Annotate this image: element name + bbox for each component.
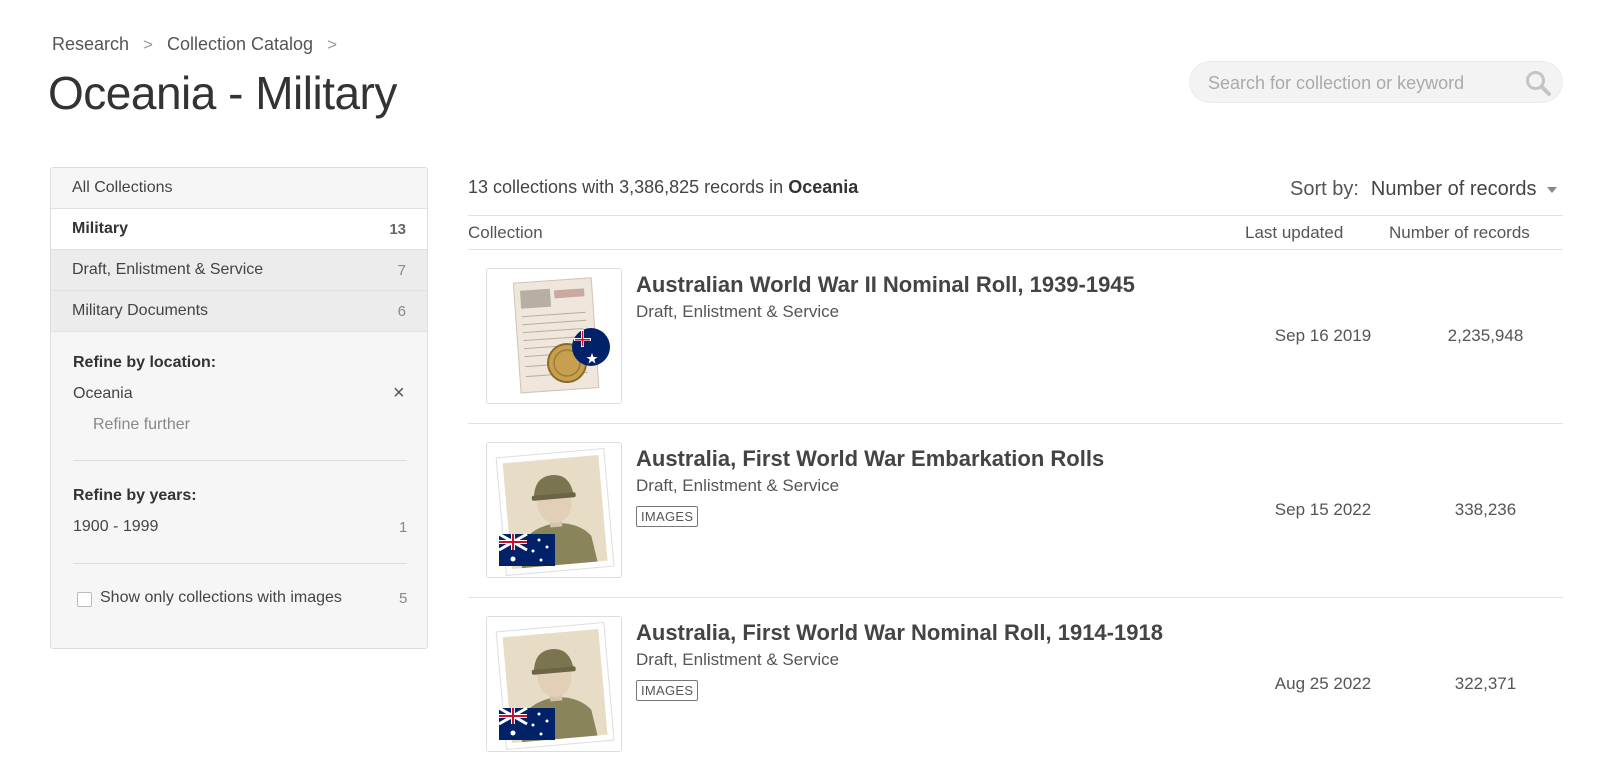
collection-record-count: 322,371 [1454,674,1517,693]
table-row[interactable]: Australia, First World War Embarkation R… [468,424,1563,598]
sidebar-item-label: Military Documents [72,302,209,319]
divider [73,460,407,461]
collection-record-count: 2,235,948 [1447,326,1524,345]
refine-further-link[interactable]: Refine further [93,416,190,434]
collection-title-link[interactable]: Australia, First World War Nominal Roll,… [636,620,1163,646]
images-badge: IMAGES [636,680,699,701]
page-title: Oceania - Military [48,67,397,119]
sort-label: Sort by: [1290,178,1359,200]
results-summary-location: Oceania [788,177,859,197]
images-only-label[interactable]: Show only collections with images [100,589,342,607]
location-filter-oceania: Oceania [73,385,133,402]
images-only-checkbox[interactable] [77,592,92,607]
breadcrumb-separator: > [327,34,338,54]
table-row[interactable]: Australia, First World War Nominal Roll,… [468,598,1563,764]
clear-location-icon[interactable]: × [393,382,405,405]
collection-last-updated: Sep 15 2022 [1274,500,1372,519]
divider [468,215,1563,216]
years-filter-count: 1 [399,519,408,536]
sort-dropdown[interactable]: Sort by: Number of records [1290,178,1557,201]
sidebar-item-military[interactable]: Military 13 [51,209,427,250]
search-icon[interactable] [1524,69,1552,97]
search-box [1189,61,1563,103]
sidebar-item-label: Draft, Enlistment & Service [72,261,264,278]
divider [73,563,407,564]
breadcrumb-collection-catalog[interactable]: Collection Catalog [167,34,313,55]
column-header-last-updated: Last updated [1245,223,1344,242]
sidebar-item-label: All Collections [72,179,173,196]
refine-location-heading: Refine by location: [73,354,217,371]
collection-title-link[interactable]: Australian World War II Nominal Roll, 19… [636,272,1135,298]
sidebar-item-military-documents[interactable]: Military Documents 6 [51,291,427,332]
collection-category: Draft, Enlistment & Service [636,650,840,669]
collection-category: Draft, Enlistment & Service [636,476,840,495]
sidebar-item-all-collections[interactable]: All Collections [51,168,427,209]
sidebar: All Collections Military 13 Draft, Enlis… [50,167,428,649]
table-row[interactable]: Australian World War II Nominal Roll, 19… [468,250,1563,424]
column-header-collection: Collection [468,223,543,242]
sidebar-item-label: Military [72,220,129,237]
collection-last-updated: Sep 16 2019 [1274,326,1372,345]
years-filter-1900-1999[interactable]: 1900 - 1999 [73,518,158,536]
soldier-flag-thumbnail[interactable] [486,442,622,578]
collection-record-count: 338,236 [1454,500,1517,519]
chevron-down-icon[interactable] [1546,186,1557,193]
images-only-count: 5 [399,590,408,607]
sidebar-item-count: 13 [389,220,406,238]
collection-title-link[interactable]: Australia, First World War Embarkation R… [636,446,1104,472]
sidebar-item-draft-enlistment[interactable]: Draft, Enlistment & Service 7 [51,250,427,291]
breadcrumb-separator: > [143,34,153,54]
collection-last-updated: Aug 25 2022 [1274,674,1372,693]
sort-value[interactable]: Number of records [1371,178,1537,201]
collection-category: Draft, Enlistment & Service [636,302,840,321]
sidebar-item-count: 6 [397,302,406,320]
column-header-number-of-records: Number of records [1389,223,1530,242]
search-input[interactable] [1208,70,1508,96]
results-summary-text: 13 collections with 3,386,825 records in [468,177,784,197]
document-medal-thumbnail[interactable] [486,268,622,404]
images-badge: IMAGES [636,506,699,527]
breadcrumb: Research > Collection Catalog > [52,34,351,55]
results-summary: 13 collections with 3,386,825 records in… [468,177,858,198]
soldier-flag-thumbnail[interactable] [486,616,622,752]
sidebar-item-count: 7 [397,261,406,279]
breadcrumb-research[interactable]: Research [52,34,129,55]
refine-years-heading: Refine by years: [73,487,197,504]
